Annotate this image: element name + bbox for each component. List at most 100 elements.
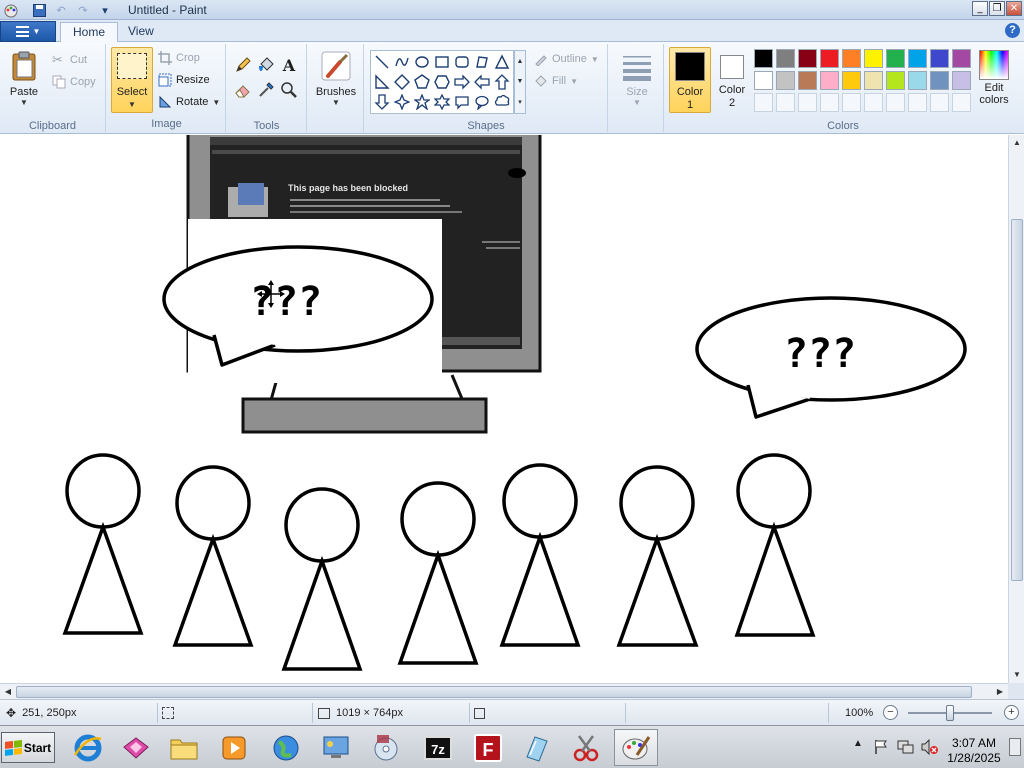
pentagon-shape-icon[interactable] [412,72,432,92]
disc-burner-icon[interactable] [364,729,408,766]
palette-swatch[interactable] [798,49,817,68]
7zip-icon[interactable]: 7z [416,729,460,766]
rectangle-shape-icon[interactable] [432,52,452,72]
shapes-scrollbar[interactable]: ▲ ▼ ▾ [514,50,526,114]
scroll-down-icon[interactable]: ▼ [517,78,524,85]
tab-home[interactable]: Home [60,22,119,43]
snipping-tool-icon[interactable] [564,729,608,766]
palette-swatch[interactable] [886,49,905,68]
palette-swatch[interactable] [776,49,795,68]
redo-icon[interactable]: ↷ [74,1,92,19]
notepad-icon[interactable] [514,729,558,766]
action-center-flag-icon[interactable] [873,739,889,755]
scroll-down-arrow-icon[interactable]: ▼ [1009,667,1024,683]
palette-swatch[interactable] [952,71,971,90]
custom-color-slot[interactable] [842,93,861,112]
maximize-button[interactable]: ❐ [989,1,1005,16]
palette-swatch[interactable] [842,49,861,68]
paint-app-icon[interactable] [3,2,19,18]
palette-swatch[interactable] [754,71,773,90]
volume-muted-icon[interactable] [921,739,939,755]
scroll-up-arrow-icon[interactable]: ▲ [1009,135,1024,151]
text-icon[interactable]: A [278,54,300,76]
paint-menu-button[interactable]: ▼ [0,21,56,42]
polygon-shape-icon[interactable] [472,52,492,72]
outline-button[interactable]: Outline ▼ [534,50,599,68]
resize-button[interactable]: Resize [158,71,210,89]
right-arrow-shape-icon[interactable] [452,72,472,92]
scroll-right-arrow-icon[interactable]: ▶ [992,684,1008,700]
palette-swatch[interactable] [776,71,795,90]
fill-button[interactable]: Fill ▼ [534,72,578,90]
paste-button[interactable]: Paste ▼ [8,50,40,107]
vertical-scrollbar[interactable]: ▲ ▼ [1008,135,1024,683]
custom-color-slot[interactable] [864,93,883,112]
start-button[interactable]: Start [1,732,55,763]
palette-swatch[interactable] [908,71,927,90]
cloud-callout-shape-icon[interactable] [492,92,512,112]
triangle-shape-icon[interactable] [492,52,512,72]
internet-explorer-icon[interactable] [66,729,110,766]
custom-color-slot[interactable] [886,93,905,112]
canvas-workspace[interactable]: ??? ??? This page has been blocked [0,135,1008,683]
scroll-left-arrow-icon[interactable]: ◀ [0,684,16,700]
palette-swatch[interactable] [798,71,817,90]
drawing-canvas[interactable]: ??? ??? [0,135,1008,683]
line-shape-icon[interactable] [372,52,392,72]
palette-swatch[interactable] [930,49,949,68]
curve-shape-icon[interactable] [392,52,412,72]
show-hidden-icons-icon[interactable]: ▲ [853,738,863,749]
color2-button[interactable]: Color 2 [713,47,751,113]
custom-color-slot[interactable] [908,93,927,112]
filezilla-icon[interactable]: F [466,729,510,766]
custom-color-slot[interactable] [776,93,795,112]
palette-swatch[interactable] [820,71,839,90]
five-point-star-shape-icon[interactable] [412,92,432,112]
custom-color-slot[interactable] [820,93,839,112]
copy-button[interactable]: Copy [52,73,96,91]
oval-shape-icon[interactable] [412,52,432,72]
horizontal-scrollbar[interactable]: ◀ ▶ [0,683,1008,699]
minimize-button[interactable]: _ [972,1,988,16]
magnifier-icon[interactable] [278,79,300,101]
down-arrow-shape-icon[interactable] [372,92,392,112]
custom-color-slot[interactable] [798,93,817,112]
media-player-icon[interactable] [212,729,256,766]
hexagon-shape-icon[interactable] [432,72,452,92]
scroll-up-icon[interactable]: ▲ [517,58,524,65]
control-panel-icon[interactable] [314,729,358,766]
network-icon[interactable] [897,739,915,755]
edit-colors-button[interactable]: Edit colors [976,50,1012,106]
tab-view[interactable]: View [116,22,166,42]
show-desktop-button[interactable] [1009,738,1021,756]
undo-icon[interactable]: ↶ [52,1,70,19]
color1-button[interactable]: Color 1 [669,47,711,113]
rounded-callout-shape-icon[interactable] [452,92,472,112]
rotate-button[interactable]: Rotate ▼ [158,93,220,111]
file-explorer-icon[interactable] [162,729,206,766]
close-button[interactable]: ✕ [1006,1,1022,16]
zoom-in-button[interactable]: + [1004,705,1019,720]
vertical-scroll-thumb[interactable] [1011,219,1023,581]
palette-swatch[interactable] [952,49,971,68]
customize-qat-chevron-icon[interactable]: ▾ [96,1,114,19]
up-arrow-shape-icon[interactable] [492,72,512,92]
help-icon[interactable]: ? [1005,23,1020,38]
custom-color-slot[interactable] [754,93,773,112]
paint-taskbar-button[interactable] [614,729,658,766]
palette-swatch[interactable] [886,71,905,90]
clock[interactable]: 3:07 AM 1/28/2025 [938,736,1010,766]
palette-swatch[interactable] [864,71,883,90]
diamond-shape-icon[interactable] [392,72,412,92]
brushes-button[interactable]: Brushes ▼ [314,50,358,107]
palette-swatch[interactable] [820,49,839,68]
color-picker-icon[interactable] [255,79,277,101]
pencil-icon[interactable] [232,54,254,76]
zoom-slider-thumb[interactable] [946,705,954,721]
left-arrow-shape-icon[interactable] [472,72,492,92]
right-triangle-shape-icon[interactable] [372,72,392,92]
palette-swatch[interactable] [930,71,949,90]
expand-gallery-icon[interactable]: ▾ [518,98,522,106]
palette-swatch[interactable] [842,71,861,90]
palette-swatch[interactable] [754,49,773,68]
